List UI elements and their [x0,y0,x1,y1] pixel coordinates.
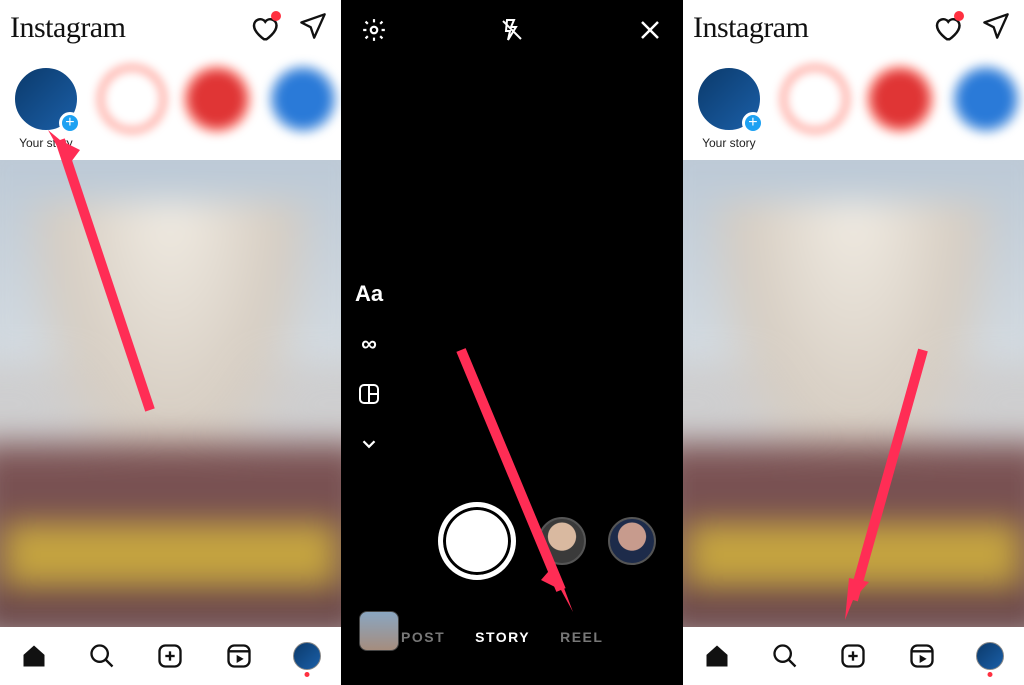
nav-notif-dot [987,672,992,677]
add-story-plus-icon: + [742,112,764,134]
filter-bubble[interactable] [608,517,656,565]
nav-profile-avatar[interactable] [292,641,322,671]
camera-tool-column: Aa ∞ [355,280,383,458]
your-story-label: Your story [691,136,767,150]
notification-dot [954,11,964,21]
direct-message-icon[interactable] [982,12,1010,45]
layout-tool-icon[interactable] [355,380,383,408]
story-item[interactable] [94,66,170,150]
filter-bubble[interactable] [538,517,586,565]
panel-feed-left: Instagram + Your story [0,0,341,685]
your-story[interactable]: + Your story [8,66,84,150]
story-item[interactable] [265,66,341,150]
bottom-nav [0,627,341,685]
flash-off-icon[interactable] [497,15,527,45]
app-header: Instagram [0,0,341,56]
nav-newpost-icon[interactable] [155,641,185,671]
shutter-button[interactable] [438,502,516,580]
instagram-logo: Instagram [10,11,125,45]
nav-notif-dot [304,672,309,677]
app-header: Instagram [683,0,1024,56]
direct-message-icon[interactable] [299,12,327,45]
notification-dot [271,11,281,21]
nav-reels-icon[interactable] [907,641,937,671]
your-story-label: Your story [8,136,84,150]
mode-reel[interactable]: REEL [560,629,603,645]
story-item[interactable] [777,66,853,150]
nav-newpost-icon[interactable] [838,641,868,671]
story-item[interactable] [180,66,256,150]
activity-icon[interactable] [249,13,279,43]
add-story-plus-icon: + [59,112,81,134]
close-icon[interactable] [635,15,665,45]
nav-search-icon[interactable] [87,641,117,671]
your-story[interactable]: + Your story [691,66,767,150]
panel-feed-right: Instagram + Your story [683,0,1024,685]
story-item[interactable] [863,66,939,150]
expand-tools-chevron-icon[interactable] [355,430,383,458]
shutter-row [341,497,683,585]
mode-post[interactable]: POST [401,629,445,645]
story-item[interactable] [948,66,1024,150]
mode-story[interactable]: STORY [475,629,530,645]
camera-top-bar [341,0,683,60]
bottom-nav [683,627,1024,685]
triptych: Instagram + Your story [0,0,1024,685]
nav-profile-avatar[interactable] [975,641,1005,671]
nav-home-icon[interactable] [19,641,49,671]
instagram-logo: Instagram [693,11,808,45]
panel-camera: Aa ∞ POST STORY REEL [341,0,683,685]
nav-search-icon[interactable] [770,641,800,671]
text-tool-icon[interactable]: Aa [355,280,383,308]
nav-home-icon[interactable] [702,641,732,671]
activity-icon[interactable] [932,13,962,43]
story-tray: + Your story [0,56,341,160]
camera-mode-selector[interactable]: POST STORY REEL [341,629,683,645]
settings-gear-icon[interactable] [359,15,389,45]
nav-reels-icon[interactable] [224,641,254,671]
boomerang-tool-icon[interactable]: ∞ [355,330,383,358]
story-tray: + Your story [683,56,1024,160]
